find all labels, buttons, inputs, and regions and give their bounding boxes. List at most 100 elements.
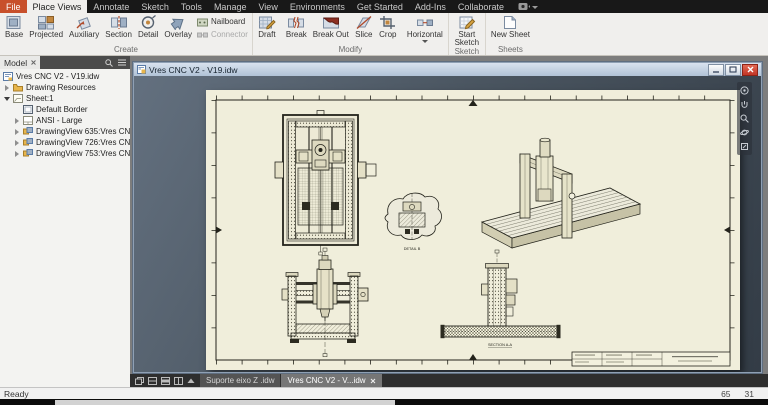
- projected-view-button[interactable]: Projected: [26, 13, 66, 45]
- ribbon-group-sketch: Start Sketch Sketch: [448, 13, 485, 55]
- group-label-sheets: Sheets: [488, 45, 533, 55]
- window-cascade-icon[interactable]: [135, 377, 144, 385]
- detail-view-button[interactable]: Detail: [135, 13, 161, 45]
- tab-annotate[interactable]: Annotate: [87, 0, 135, 13]
- drawing-view-icon: [23, 138, 33, 147]
- tree-item-root-idw[interactable]: Vres CNC V2 - V19.idw: [0, 71, 130, 82]
- tree-item-drawingview-635[interactable]: DrawingView 635:Vres CNC V2 - V19.iam: [0, 126, 130, 137]
- drawing-canvas[interactable]: DETAIL B: [134, 76, 761, 372]
- expand-arrow-icon[interactable]: [13, 140, 20, 146]
- start-sketch-button[interactable]: Start Sketch: [451, 13, 483, 47]
- auxiliary-view-button[interactable]: Auxiliary: [66, 13, 102, 45]
- draft-icon: [258, 15, 276, 30]
- new-sheet-icon: [501, 15, 519, 30]
- tree-item-drawingview-726[interactable]: DrawingView 726:Vres CNC V2 - V19.iam: [0, 137, 130, 148]
- break-out-icon: [322, 15, 340, 30]
- drawing-view-detail[interactable]: DETAIL B: [385, 193, 442, 251]
- expand-arrow-icon[interactable]: [13, 151, 20, 157]
- tab-get-started[interactable]: Get Started: [351, 0, 409, 13]
- draft-button[interactable]: Draft: [255, 13, 279, 45]
- menu-icon[interactable]: [118, 59, 126, 66]
- chevron-down-icon: [422, 40, 428, 43]
- os-taskbar: [0, 399, 768, 405]
- expand-arrow-icon[interactable]: [13, 129, 20, 135]
- slice-button[interactable]: Slice: [352, 13, 376, 45]
- taskbar-window-button[interactable]: [55, 400, 395, 405]
- new-sheet-button[interactable]: New Sheet: [488, 13, 533, 45]
- window-columns-icon[interactable]: [174, 377, 183, 385]
- tab-view[interactable]: View: [252, 0, 283, 13]
- tab-file[interactable]: File: [0, 0, 27, 13]
- nailboard-button[interactable]: Nailboard: [197, 16, 248, 27]
- projected-view-icon: [37, 15, 55, 30]
- connector-button[interactable]: Connector: [197, 29, 248, 40]
- orbit-icon[interactable]: [740, 128, 749, 137]
- tab-tools[interactable]: Tools: [175, 0, 208, 13]
- tab-manage[interactable]: Manage: [208, 0, 253, 13]
- window-tile-horizontal-icon[interactable]: [148, 377, 157, 385]
- base-view-button[interactable]: Base: [2, 13, 26, 45]
- minimize-button[interactable]: [708, 64, 724, 76]
- screencast-icon[interactable]: [518, 0, 538, 13]
- horizontal-button[interactable]: Horizontal: [404, 13, 446, 45]
- title-block-icon: [23, 116, 33, 125]
- close-button[interactable]: [742, 64, 758, 76]
- browser-tab-model[interactable]: Model: [0, 56, 40, 69]
- crop-button[interactable]: Crop: [376, 13, 400, 45]
- break-button[interactable]: Break: [283, 13, 310, 45]
- search-icon[interactable]: [105, 59, 113, 67]
- browser-tree: Vres CNC V2 - V19.idw Drawing Resources …: [0, 69, 130, 159]
- break-out-button[interactable]: Break Out: [310, 13, 352, 45]
- drawing-view-front[interactable]: [282, 248, 368, 357]
- doc-tab-suporte[interactable]: Suporte eixo Z .idw: [200, 374, 280, 387]
- tab-add-ins[interactable]: Add-Ins: [409, 0, 452, 13]
- slice-icon: [355, 15, 373, 30]
- detail-label: DETAIL B: [404, 247, 421, 251]
- document-titlebar[interactable]: Vres CNC V2 - V19.idw: [134, 63, 761, 76]
- pan-icon[interactable]: [740, 100, 749, 109]
- collapse-arrow-icon[interactable]: [3, 97, 10, 101]
- close-icon[interactable]: [31, 60, 36, 65]
- tab-collaborate[interactable]: Collaborate: [452, 0, 510, 13]
- border-icon: [23, 105, 33, 114]
- drawing-view-section[interactable]: SECTION A-A: [441, 250, 561, 348]
- expand-arrow-icon[interactable]: [13, 118, 20, 124]
- sheet-icon: [13, 94, 23, 103]
- drawing-view-top[interactable]: [275, 111, 376, 256]
- drawing-sheet[interactable]: DETAIL B: [206, 90, 740, 370]
- tab-environments[interactable]: Environments: [284, 0, 351, 13]
- tree-item-default-border[interactable]: Default Border: [0, 104, 130, 115]
- mdi-area: Vres CNC V2 - V19.idw: [130, 56, 768, 387]
- status-counter-sheets: 31: [745, 389, 754, 399]
- zoom-icon[interactable]: [740, 114, 749, 123]
- drawing-view-icon: [23, 149, 33, 158]
- look-at-icon[interactable]: [740, 142, 749, 151]
- doc-tab-vres-cnc[interactable]: Vres CNC V2 - V...idw: [281, 374, 381, 387]
- browser-header: Model: [0, 56, 130, 69]
- expand-arrow-icon[interactable]: [3, 85, 10, 91]
- base-view-icon: [5, 15, 23, 30]
- break-icon: [287, 15, 305, 30]
- tab-place-views[interactable]: Place Views: [27, 0, 88, 13]
- inventor-window: File Place Views Annotate Sketch Tools M…: [0, 0, 768, 405]
- overlay-view-button[interactable]: Overlay: [161, 13, 195, 45]
- status-counter-dims: 65: [721, 389, 730, 399]
- create-extra-stack: Nailboard Connector: [195, 13, 250, 45]
- drawing-view-iso[interactable]: [482, 138, 640, 248]
- ribbon: Base Projected Auxiliary Section Detail: [0, 13, 768, 56]
- chevron-down-icon: [532, 6, 538, 9]
- tab-sketch[interactable]: Sketch: [135, 0, 175, 13]
- window-tile-vertical-icon[interactable]: [161, 377, 170, 385]
- document-window: Vres CNC V2 - V19.idw: [133, 62, 762, 373]
- tree-item-drawingview-753[interactable]: DrawingView 753:Vres CNC V2 - V19.iam: [0, 148, 130, 159]
- collapse-tabs-icon[interactable]: [187, 378, 195, 384]
- section-view-button[interactable]: Section: [102, 13, 135, 45]
- section-label: SECTION A-A: [488, 343, 513, 347]
- group-label-modify: Modify: [255, 45, 446, 55]
- tree-item-ansi-large[interactable]: ANSI - Large: [0, 115, 130, 126]
- tree-item-drawing-resources[interactable]: Drawing Resources: [0, 82, 130, 93]
- restore-button[interactable]: [725, 64, 741, 76]
- navigation-wheel-icon[interactable]: [740, 86, 749, 95]
- tree-item-sheet1[interactable]: Sheet:1: [0, 93, 130, 104]
- close-icon[interactable]: [370, 378, 376, 384]
